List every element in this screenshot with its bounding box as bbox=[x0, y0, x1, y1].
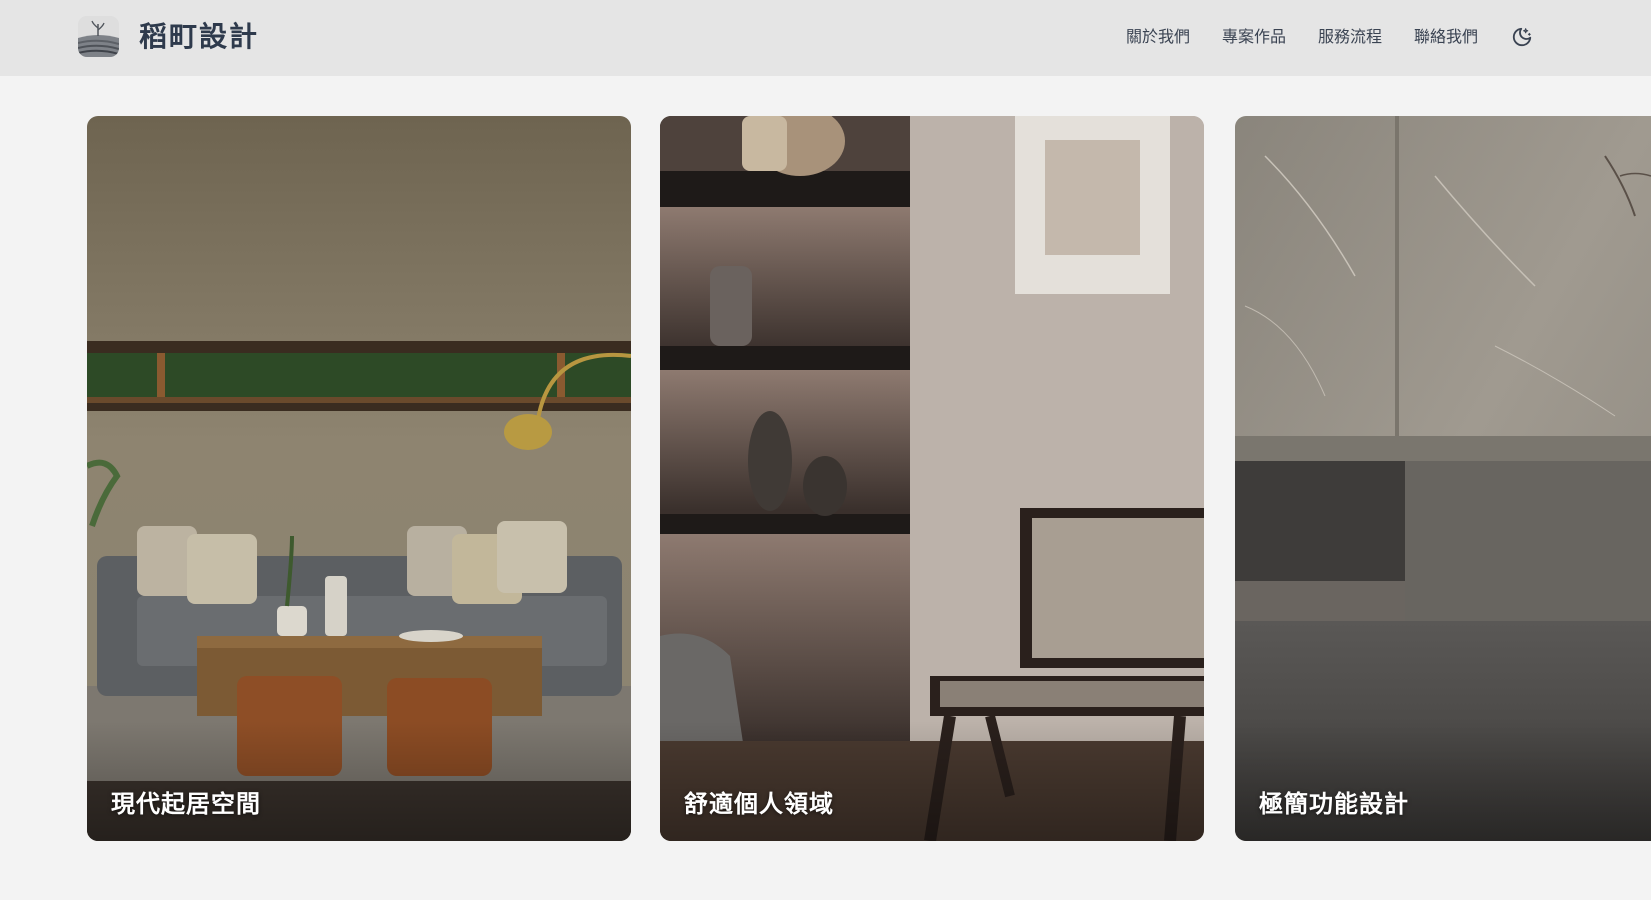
theme-toggle-button[interactable] bbox=[1510, 25, 1534, 49]
brand-name[interactable]: 稻町設計 bbox=[139, 18, 259, 56]
project-card-personal[interactable]: 舒適個人領域 bbox=[660, 116, 1204, 841]
nav-item-projects[interactable]: 專案作品 bbox=[1222, 22, 1286, 52]
project-card-title: 極簡功能設計 bbox=[1259, 790, 1409, 818]
logo-icon[interactable] bbox=[78, 16, 119, 57]
project-card-title: 舒適個人領域 bbox=[684, 790, 834, 818]
main-nav: 關於我們 專案作品 服務流程 聯絡我們 bbox=[1126, 22, 1534, 52]
site-header: 稻町設計 關於我們 專案作品 服務流程 聯絡我們 bbox=[0, 0, 1651, 76]
project-card-title: 現代起居空間 bbox=[111, 790, 261, 818]
project-card-living[interactable]: 現代起居空間 bbox=[87, 116, 631, 841]
nav-item-contact[interactable]: 聯絡我們 bbox=[1414, 22, 1478, 52]
project-card-minimal[interactable]: 極簡功能設計 bbox=[1235, 116, 1651, 841]
nav-item-about[interactable]: 關於我們 bbox=[1126, 22, 1190, 52]
nav-item-process[interactable]: 服務流程 bbox=[1318, 22, 1382, 52]
moon-icon bbox=[1512, 27, 1532, 47]
